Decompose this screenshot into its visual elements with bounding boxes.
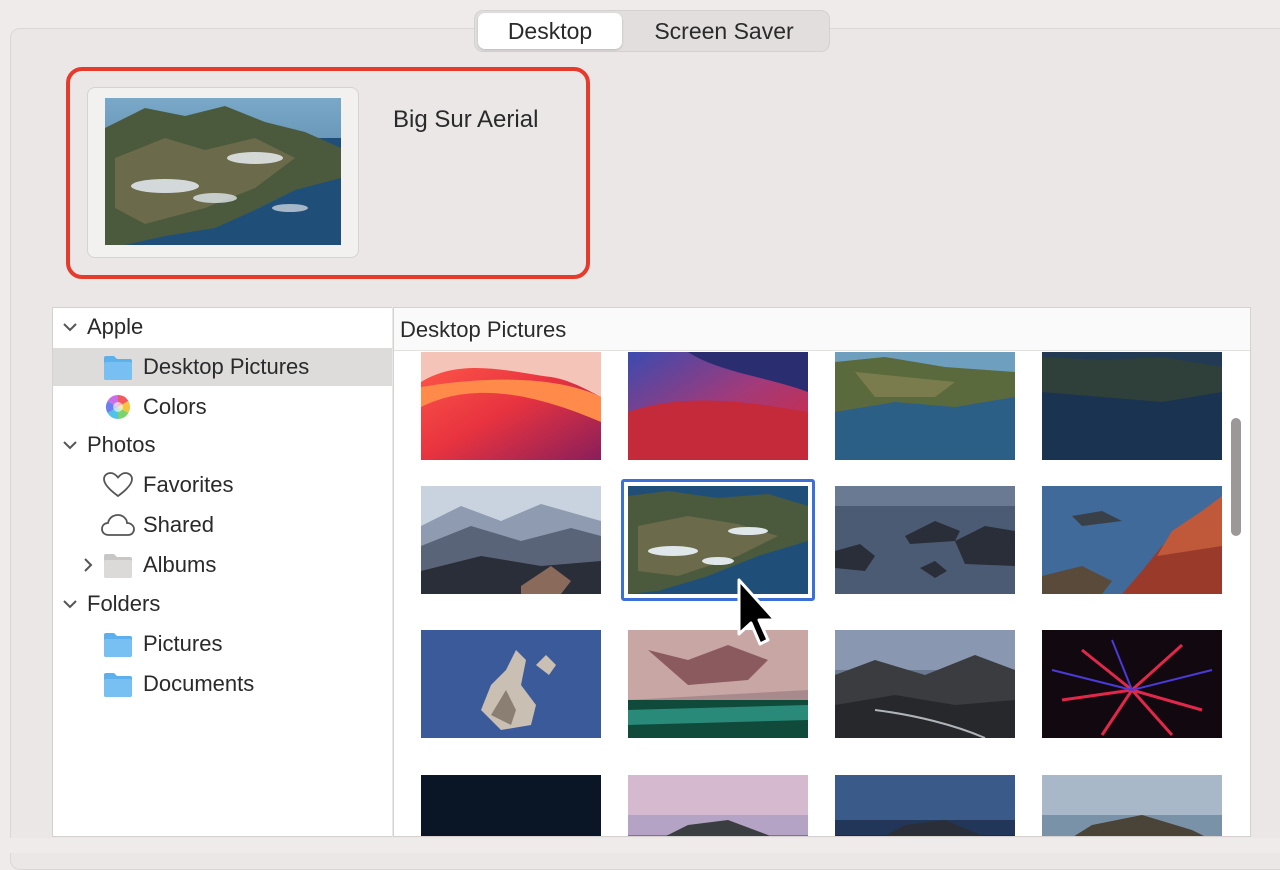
wallpaper-thumbnail[interactable] (421, 486, 601, 594)
sidebar-item-label: Colors (143, 394, 207, 419)
tab-desktop[interactable]: Desktop (478, 13, 622, 49)
cloud-icon (101, 513, 135, 541)
folder-icon (103, 630, 133, 658)
sidebar-item-shared[interactable]: Shared (53, 506, 392, 544)
sidebar-item-label: Pictures (143, 631, 223, 656)
heart-icon (103, 472, 133, 500)
color-wheel-icon (104, 393, 134, 421)
sidebar-group-label: Folders (87, 591, 161, 616)
sidebar-item-pictures[interactable]: Pictures (53, 625, 392, 663)
sidebar-item-label: Documents (143, 671, 255, 696)
folder-icon (103, 353, 133, 381)
wallpaper-thumbnail[interactable] (628, 630, 808, 738)
tab-screen-saver[interactable]: Screen Saver (622, 13, 826, 49)
folder-icon (103, 670, 133, 698)
wallpaper-thumbnail[interactable] (1042, 486, 1222, 594)
current-wallpaper-name: Big Sur Aerial (393, 106, 539, 133)
sidebar-item-colors[interactable]: Colors (53, 388, 392, 426)
wallpaper-thumbnail[interactable] (835, 352, 1015, 460)
folder-icon (103, 551, 133, 579)
selected-thumbnail-ring (621, 479, 815, 601)
wallpaper-thumbnail[interactable] (628, 352, 808, 460)
vertical-scrollbar[interactable] (1231, 418, 1241, 536)
current-wallpaper-preview (105, 98, 341, 245)
sidebar-item-label: Shared (143, 512, 214, 537)
sidebar-item-albums[interactable]: Albums (53, 546, 392, 584)
source-sidebar: Apple Desktop Pictures Colors Photos Fav… (52, 307, 392, 837)
sidebar-item-label: Desktop Pictures (143, 354, 310, 379)
sidebar-item-label: Albums (143, 552, 217, 577)
mouse-pointer-icon (736, 578, 780, 652)
wallpaper-thumbnail[interactable] (835, 775, 1015, 836)
sidebar-group-label: Photos (87, 432, 156, 457)
sidebar-item-desktop-pictures[interactable]: Desktop Pictures (53, 348, 392, 386)
chevron-down-icon[interactable] (61, 595, 79, 613)
sidebar-item-label: Favorites (143, 472, 234, 497)
chevron-right-icon[interactable] (79, 556, 97, 574)
grid-title: Desktop Pictures (400, 317, 567, 342)
wallpaper-thumbnail[interactable] (421, 775, 601, 836)
wallpaper-thumbnail[interactable] (421, 352, 601, 460)
chevron-down-icon[interactable] (61, 436, 79, 454)
bottom-edge (0, 838, 1280, 853)
wallpaper-thumbnail[interactable] (1042, 352, 1222, 460)
sidebar-group-folders[interactable]: Folders (53, 585, 392, 623)
sidebar-group-photos[interactable]: Photos (53, 426, 392, 464)
wallpaper-thumbnail[interactable] (1042, 775, 1222, 836)
wallpaper-thumbnail[interactable] (835, 630, 1015, 738)
grid-header: Desktop Pictures (394, 308, 1250, 351)
chevron-down-icon[interactable] (61, 318, 79, 336)
sidebar-group-apple[interactable]: Apple (53, 308, 392, 346)
sidebar-item-documents[interactable]: Documents (53, 665, 392, 703)
tab-bar: Desktop Screen Saver (474, 10, 830, 52)
wallpaper-thumbnail[interactable] (421, 630, 601, 738)
wallpaper-thumbnail[interactable] (1042, 630, 1222, 738)
sidebar-item-favorites[interactable]: Favorites (53, 466, 392, 504)
wallpaper-thumbnail[interactable] (628, 775, 808, 836)
wallpaper-thumbnail[interactable] (835, 486, 1015, 594)
sidebar-group-label: Apple (87, 314, 144, 339)
